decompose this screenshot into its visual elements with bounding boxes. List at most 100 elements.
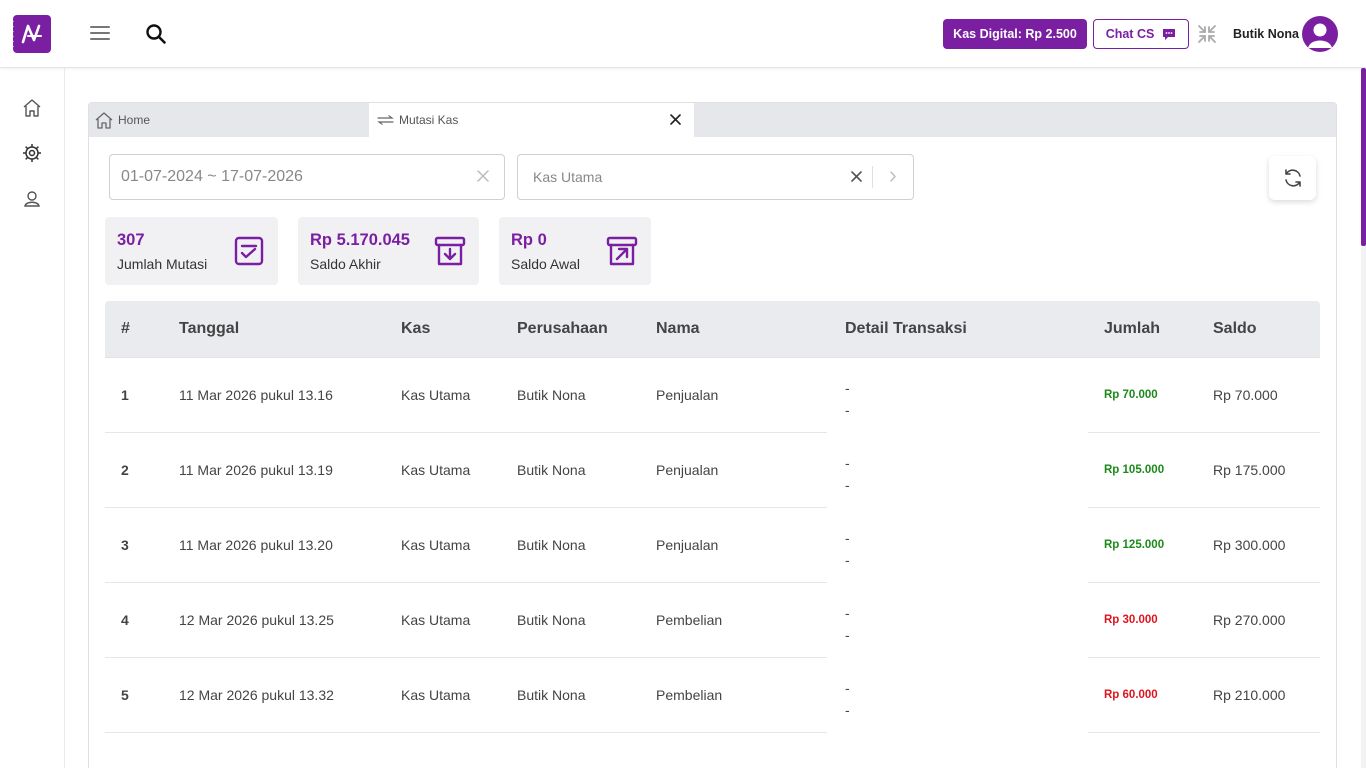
cell-nama: Penjualan (656, 462, 719, 478)
col-header-no[interactable]: # (121, 320, 130, 338)
col-header-nama[interactable]: Nama (656, 320, 700, 338)
archive-out-icon (606, 235, 638, 272)
refresh-icon (1284, 169, 1301, 187)
tab-bar: Home Mutasi Kas (89, 103, 1336, 137)
exit-fullscreen-icon[interactable] (1197, 24, 1217, 49)
cell-detail-line: - (845, 680, 850, 696)
stat-saldo-awal: Rp 0 Saldo Awal (499, 217, 651, 285)
col-header-detail[interactable]: Detail Transaksi (845, 320, 967, 338)
table-header: # Tanggal Kas Perusahaan Nama Detail Tra… (105, 301, 1320, 358)
cell-jumlah: Rp 125.000 (1104, 539, 1165, 551)
kas-digital-button[interactable]: Kas Digital: Rp 2.500 (943, 19, 1087, 49)
stat-saldo-akhir-label: Saldo Akhir (310, 256, 381, 272)
sidebar-home-icon[interactable] (22, 98, 42, 118)
kas-select-value: Kas Utama (533, 169, 603, 185)
cell-perusahaan: Butik Nona (517, 387, 586, 403)
cell-nama: Penjualan (656, 387, 719, 403)
cell-jumlah: Rp 60.000 (1104, 689, 1158, 701)
tab-home-label: Home (118, 113, 151, 127)
stat-jumlah-mutasi-value: 307 (117, 231, 145, 249)
stat-saldo-akhir: Rp 5.170.045 Saldo Akhir (298, 217, 479, 285)
clear-kas-icon[interactable] (850, 170, 863, 186)
kas-select[interactable]: Kas Utama (517, 154, 914, 200)
checklist-icon (233, 235, 265, 272)
table-row[interactable]: 2 11 Mar 2026 pukul 13.19 Kas Utama Butik N… (105, 433, 1320, 508)
cell-perusahaan: Butik Nona (517, 687, 586, 703)
cell-tanggal: 11 Mar 2026 pukul 13.20 (179, 537, 333, 553)
chat-cs-button[interactable]: Chat CS (1093, 19, 1189, 49)
cell-kas: Kas Utama (401, 537, 471, 553)
sidebar-user-icon[interactable] (22, 189, 42, 209)
tab-mutasi-kas[interactable]: Mutasi Kas (369, 103, 694, 137)
col-header-perusahaan[interactable]: Perusahaan (517, 320, 608, 338)
archive-in-icon (434, 235, 466, 272)
cell-no: 2 (121, 462, 129, 478)
row-divider (105, 732, 827, 733)
logo-notch-decoration (10, 19, 14, 49)
cell-tanggal: 12 Mar 2026 pukul 13.32 (179, 687, 334, 703)
app-logo[interactable] (10, 15, 51, 53)
cell-detail: -- (845, 452, 850, 496)
search-icon[interactable] (145, 23, 167, 50)
cell-detail: -- (845, 602, 850, 646)
cell-detail-line: - (845, 380, 850, 396)
col-header-kas[interactable]: Kas (401, 320, 430, 338)
stat-saldo-awal-value: Rp 0 (511, 231, 547, 249)
stat-saldo-awal-label: Saldo Awal (511, 256, 581, 272)
user-avatar-icon (1308, 23, 1332, 48)
close-tab-icon[interactable] (669, 113, 682, 129)
col-header-tanggal[interactable]: Tanggal (179, 320, 239, 338)
table-body: 1 11 Mar 2026 pukul 13.16 Kas Utama Butik N… (105, 358, 1320, 733)
cell-detail: -- (845, 677, 850, 721)
cell-tanggal: 11 Mar 2026 pukul 13.19 (179, 462, 333, 478)
cell-detail: -- (845, 527, 850, 571)
cell-perusahaan: Butik Nona (517, 537, 586, 553)
cell-detail-line: - (845, 605, 850, 621)
cell-detail-line: - (845, 627, 850, 643)
refresh-button[interactable] (1269, 156, 1316, 200)
cell-jumlah: Rp 105.000 (1104, 464, 1165, 476)
cell-detail-line: - (845, 552, 850, 568)
col-header-saldo[interactable]: Saldo (1213, 320, 1257, 338)
col-header-jumlah[interactable]: Jumlah (1104, 320, 1160, 338)
cell-no: 4 (121, 612, 129, 628)
stat-jumlah-mutasi-label: Jumlah Mutasi (117, 256, 208, 272)
cell-detail-line: - (845, 402, 850, 418)
cell-saldo: Rp 270.000 (1213, 612, 1286, 628)
table-row[interactable]: 5 12 Mar 2026 pukul 13.32 Kas Utama Butik N… (105, 658, 1320, 733)
cell-nama: Penjualan (656, 537, 719, 553)
home-icon (95, 111, 113, 129)
cell-kas: Kas Utama (401, 687, 471, 703)
date-range-input[interactable]: 01-07-2024 ~ 17-07-2026 (109, 154, 505, 200)
cell-detail-line: - (845, 477, 850, 493)
cell-kas: Kas Utama (401, 462, 471, 478)
sidebar-settings-icon[interactable] (22, 143, 42, 163)
cell-tanggal: 11 Mar 2026 pukul 13.16 (179, 387, 333, 403)
scrollbar-thumb[interactable] (1361, 68, 1366, 246)
table-row[interactable]: 1 11 Mar 2026 pukul 13.16 Kas Utama Butik N… (105, 358, 1320, 433)
stat-saldo-akhir-value: Rp 5.170.045 (310, 231, 410, 249)
cell-tanggal: 12 Mar 2026 pukul 13.25 (179, 612, 334, 628)
transfer-icon (377, 115, 394, 125)
avatar[interactable] (1302, 16, 1338, 52)
chat-cs-label: Chat CS (1105, 27, 1155, 41)
cell-detail-line: - (845, 702, 850, 718)
clear-date-icon[interactable] (476, 169, 490, 188)
table-row[interactable]: 4 12 Mar 2026 pukul 13.25 Kas Utama Butik N… (105, 583, 1320, 658)
page-scrollbar[interactable] (1361, 68, 1366, 768)
cell-detail-line: - (845, 530, 850, 546)
cell-no: 3 (121, 537, 129, 553)
chevron-right-icon[interactable] (889, 170, 897, 186)
cell-saldo: Rp 175.000 (1213, 462, 1286, 478)
select-separator (872, 166, 873, 188)
logo-mark-icon (21, 24, 42, 44)
cell-saldo: Rp 70.000 (1213, 387, 1278, 403)
stat-jumlah-mutasi: 307 Jumlah Mutasi (105, 217, 278, 285)
cell-jumlah: Rp 30.000 (1104, 614, 1158, 626)
menu-toggle-icon[interactable] (90, 26, 110, 42)
table-row[interactable]: 3 11 Mar 2026 pukul 13.20 Kas Utama Butik N… (105, 508, 1320, 583)
user-name[interactable]: Butik Nona (1233, 27, 1299, 41)
cell-perusahaan: Butik Nona (517, 612, 586, 628)
cell-saldo: Rp 300.000 (1213, 537, 1286, 553)
tab-home[interactable]: Home (95, 103, 365, 137)
